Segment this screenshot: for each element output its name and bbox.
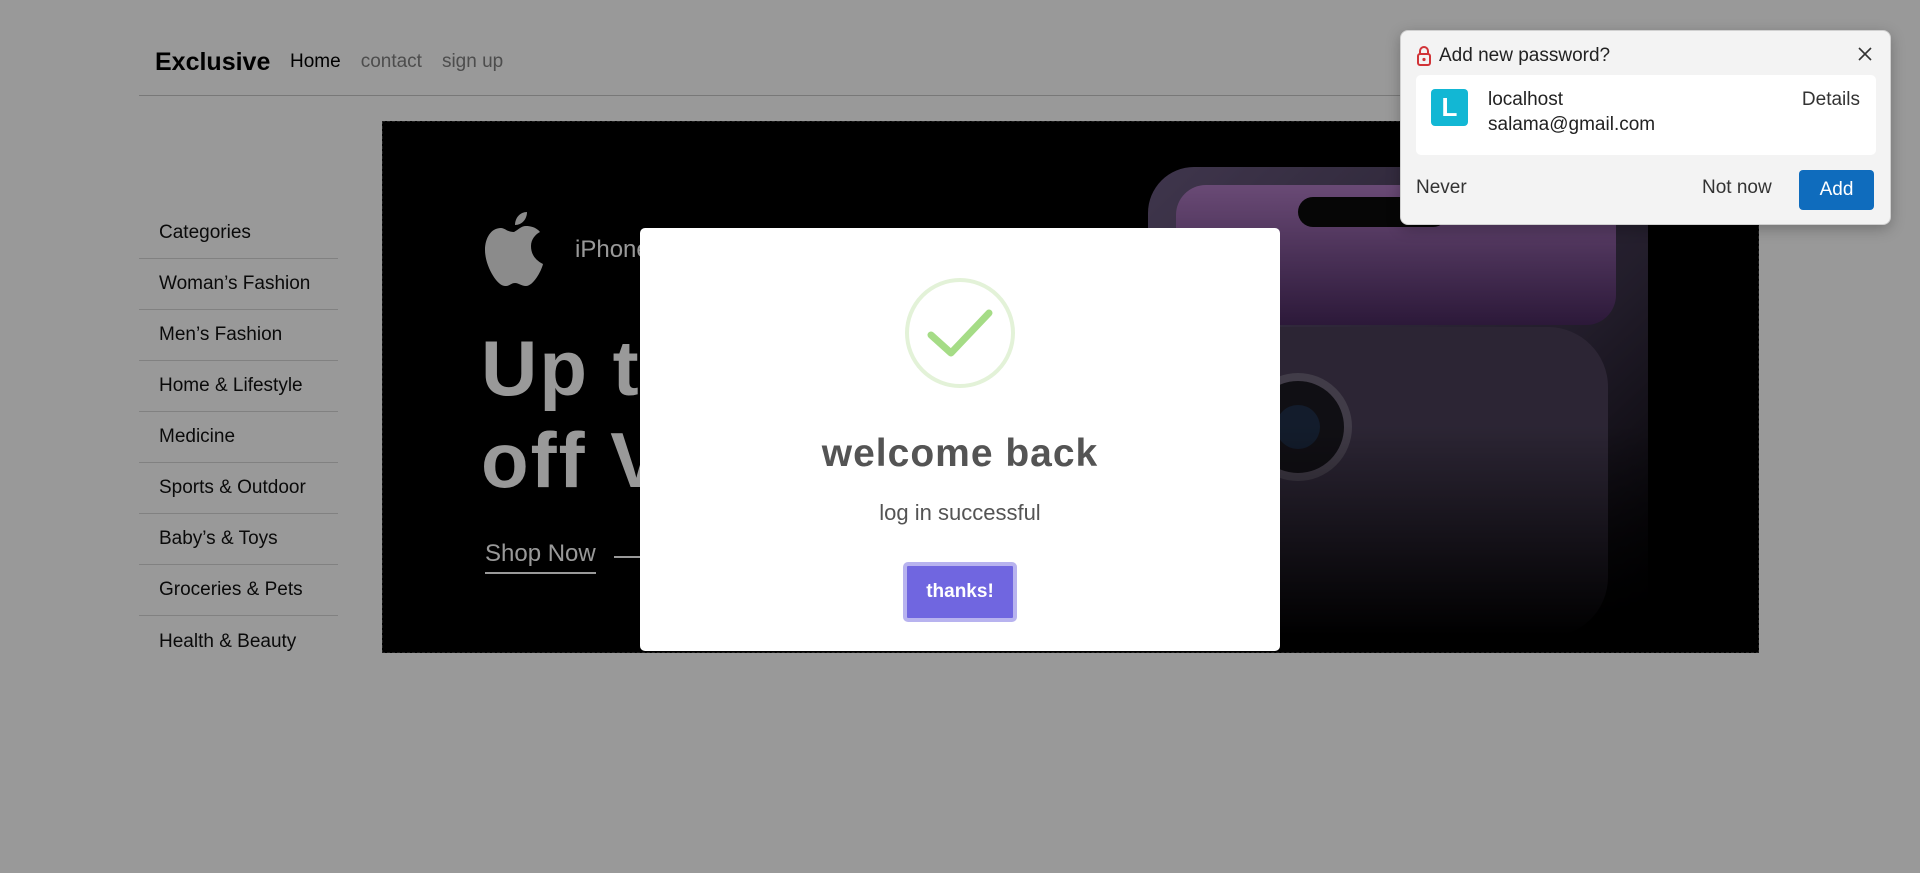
add-password-button[interactable]: Add xyxy=(1799,170,1874,210)
credential-username: salama@gmail.com xyxy=(1488,114,1656,135)
thanks-button[interactable]: thanks! xyxy=(903,562,1017,622)
success-modal: welcome back log in successful thanks! xyxy=(640,228,1280,651)
not-now-button[interactable]: Not now xyxy=(1702,177,1772,199)
modal-text: log in successful xyxy=(879,500,1041,525)
close-icon[interactable] xyxy=(1854,43,1876,65)
popup-title: Add new password? xyxy=(1439,45,1611,66)
popup-header: Add new password? xyxy=(1417,45,1610,67)
save-password-popup: Add new password? L localhost salama@gma… xyxy=(1400,30,1891,225)
site-avatar: L xyxy=(1431,89,1468,126)
never-button[interactable]: Never xyxy=(1416,177,1467,199)
details-link[interactable]: Details xyxy=(1802,89,1860,111)
success-check-icon xyxy=(905,278,1015,388)
credential-card: L localhost salama@gmail.com Details xyxy=(1416,75,1876,155)
lock-icon xyxy=(1417,46,1431,66)
credential-site: localhost xyxy=(1488,89,1563,110)
modal-title: welcome back xyxy=(821,432,1099,475)
